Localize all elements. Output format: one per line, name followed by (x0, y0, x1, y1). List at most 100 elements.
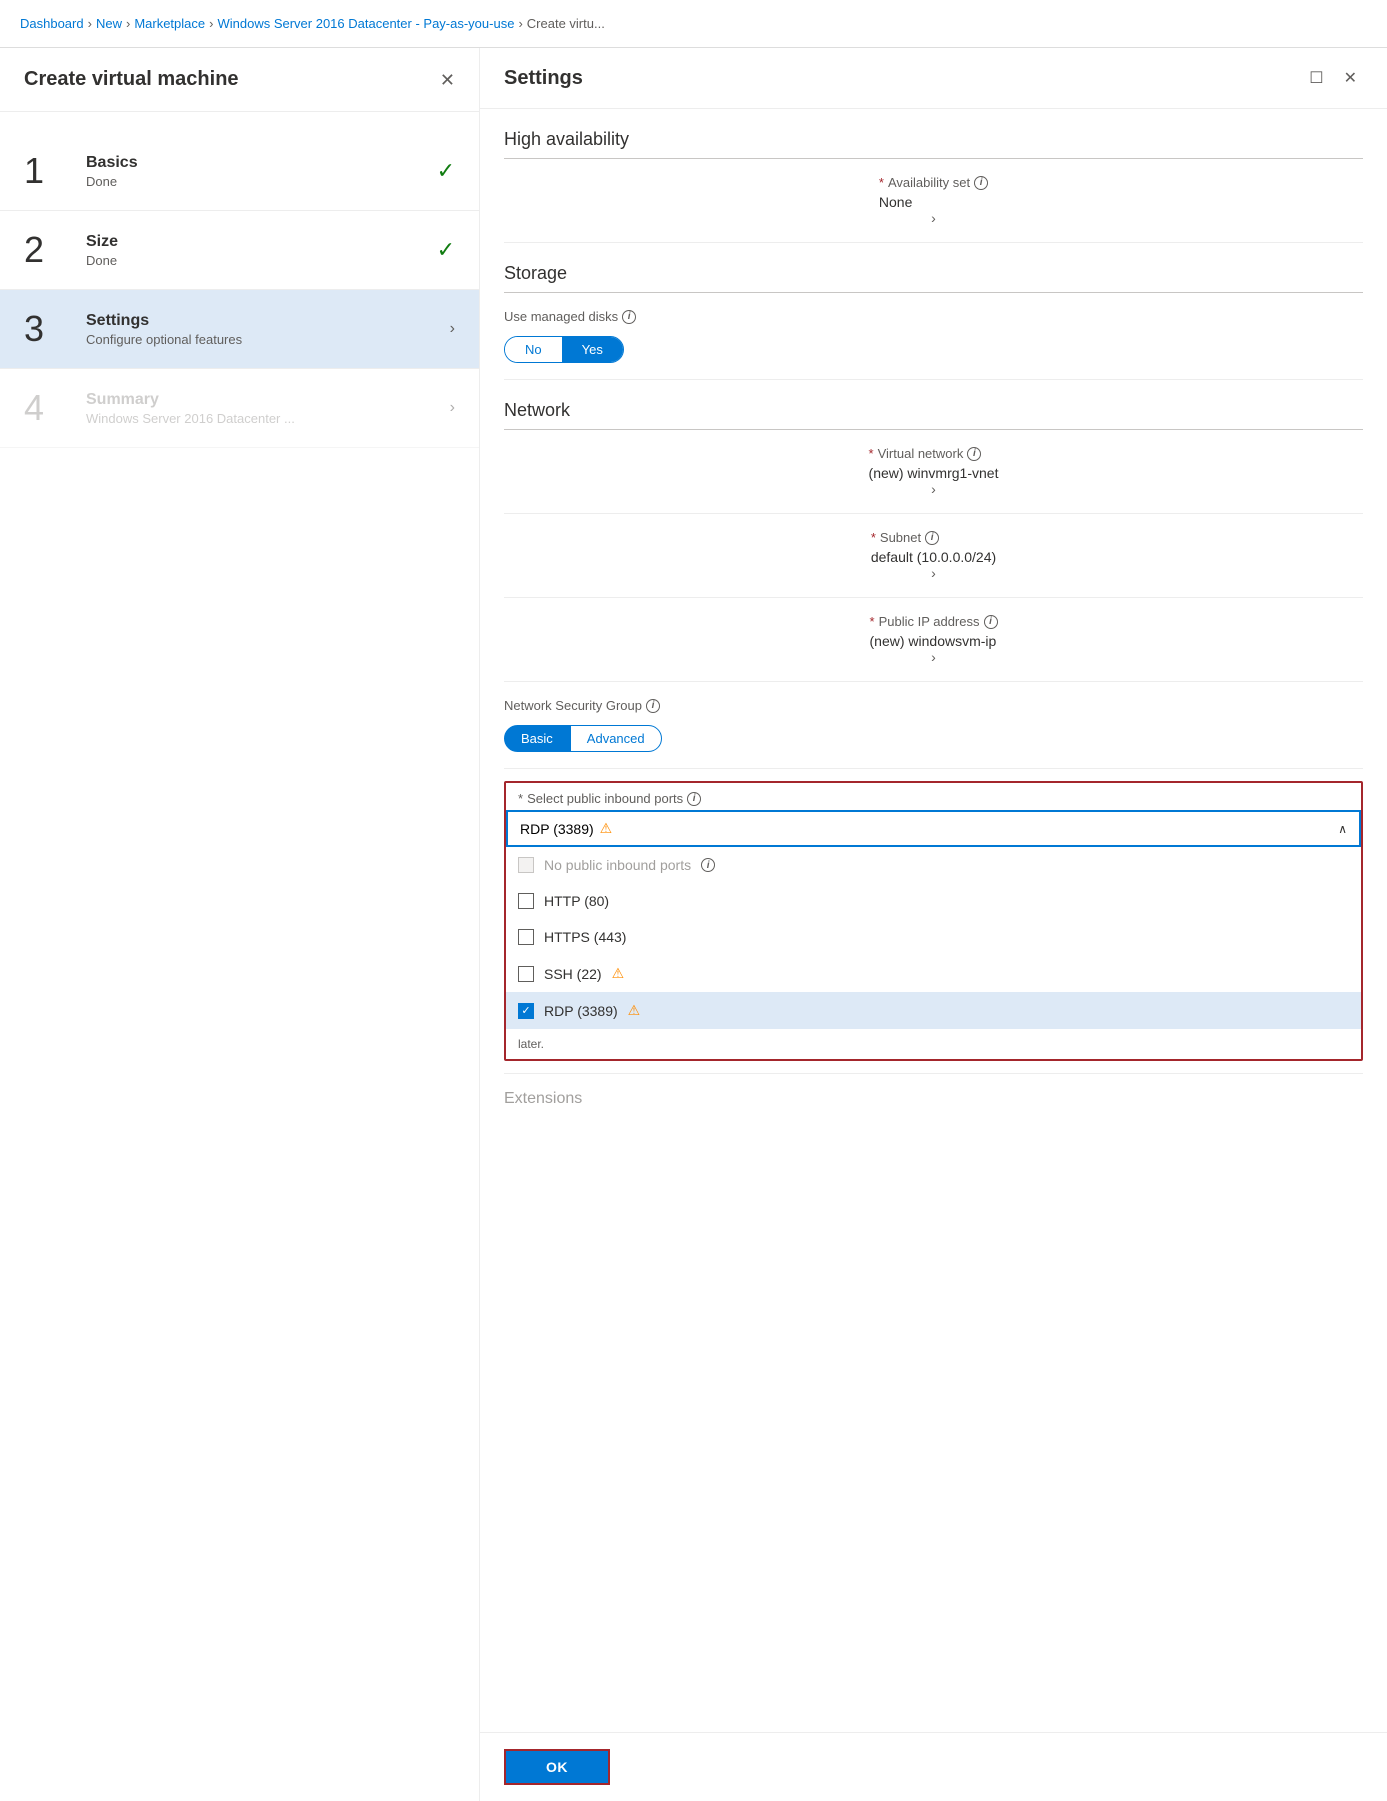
steps-container: 1 Basics Done ✓ 2 Size Done ✓ 3 (0, 112, 479, 1801)
dropdown-chevron-up-icon: ∧ (1338, 822, 1347, 836)
option-http-checkbox (518, 893, 534, 909)
nsg-field: Network Security Group i Basic Advanced (504, 682, 1363, 769)
availability-set-value: None (879, 194, 988, 210)
public-ip-field[interactable]: * Public IP address i (new) windowsvm-ip… (504, 598, 1363, 682)
maximize-button[interactable]: ☐ (1303, 64, 1329, 92)
close-button[interactable]: ✕ (440, 71, 455, 89)
option-https-checkbox (518, 929, 534, 945)
nsg-label: Network Security Group i (504, 698, 1363, 713)
panel-title: Create virtual machine (24, 68, 239, 91)
step-1-check-icon: ✓ (437, 158, 455, 184)
inbound-ports-dropdown-trigger[interactable]: RDP (3389) ⚠ ∧ (506, 810, 1361, 847)
step-4-arrow-icon: › (450, 399, 455, 417)
breadcrumb-new[interactable]: New (96, 16, 122, 31)
virtual-network-info-icon: i (967, 447, 981, 461)
rdp-warning-icon: ⚠ (600, 820, 613, 837)
step-2-desc: Done (86, 253, 429, 268)
panel-header: Create virtual machine ✕ (0, 48, 479, 112)
managed-disks-yes-button[interactable]: Yes (562, 337, 623, 362)
public-ip-value: (new) windowsvm-ip (870, 633, 998, 649)
managed-disks-no-button[interactable]: No (505, 337, 562, 362)
virtual-network-chevron-icon: › (931, 481, 936, 497)
public-ip-label: * Public IP address i (870, 614, 998, 629)
right-panel: Settings ☐ ✕ High availability * Availab… (480, 48, 1387, 1801)
settings-header: Settings ☐ ✕ (480, 48, 1387, 109)
breadcrumb: Dashboard › New › Marketplace › Windows … (0, 0, 1387, 48)
step-3-number: 3 (24, 308, 74, 350)
step-2-content: Size Done (86, 233, 429, 268)
breadcrumb-dashboard[interactable]: Dashboard (20, 16, 84, 31)
step-1-number: 1 (24, 150, 74, 192)
option-http[interactable]: HTTP (80) (506, 883, 1361, 919)
managed-disks-toggle: No Yes (504, 336, 624, 363)
select-ports-label: * Select public inbound ports i (518, 791, 1349, 806)
managed-disks-label: Use managed disks i (504, 309, 1363, 324)
option-no-public[interactable]: No public inbound ports i (506, 847, 1361, 883)
availability-set-chevron-icon: › (931, 210, 936, 226)
step-1-content: Basics Done (86, 154, 429, 189)
breadcrumb-marketplace[interactable]: Marketplace (134, 16, 205, 31)
left-panel: Create virtual machine ✕ 1 Basics Done ✓… (0, 48, 480, 1801)
extensions-section[interactable]: Extensions (504, 1073, 1363, 1124)
step-3[interactable]: 3 Settings Configure optional features › (0, 290, 479, 369)
step-2[interactable]: 2 Size Done ✓ (0, 211, 479, 290)
high-availability-section-title: High availability (504, 109, 1363, 159)
nsg-info-icon: i (646, 699, 660, 713)
inbound-ports-selected: RDP (3389) ⚠ (520, 820, 612, 837)
option-no-public-checkbox (518, 857, 534, 873)
step-2-check-icon: ✓ (437, 237, 455, 263)
ssh-warning-icon: ⚠ (612, 965, 625, 982)
step-4-desc: Windows Server 2016 Datacenter ... (86, 411, 442, 426)
later-text: later. (506, 1029, 1361, 1059)
subnet-field[interactable]: * Subnet i default (10.0.0.0/24) › (504, 514, 1363, 598)
no-public-info-icon: i (701, 858, 715, 872)
subnet-value: default (10.0.0.0/24) (871, 549, 996, 565)
nsg-advanced-button[interactable]: Advanced (570, 725, 662, 752)
network-section-title: Network (504, 380, 1363, 430)
availability-set-label: * Availability set i (879, 175, 988, 190)
step-4-content: Summary Windows Server 2016 Datacenter .… (86, 391, 442, 426)
subnet-info-icon: i (925, 531, 939, 545)
step-3-content: Settings Configure optional features (86, 312, 442, 347)
step-4: 4 Summary Windows Server 2016 Datacenter… (0, 369, 479, 448)
step-4-number: 4 (24, 387, 74, 429)
option-rdp[interactable]: ✓ RDP (3389) ⚠ (506, 992, 1361, 1029)
availability-set-info-icon: i (974, 176, 988, 190)
step-2-number: 2 (24, 229, 74, 271)
ok-button[interactable]: OK (504, 1749, 610, 1785)
managed-disks-field: Use managed disks i No Yes (504, 293, 1363, 380)
header-actions: ☐ ✕ (1303, 64, 1363, 92)
step-1-desc: Done (86, 174, 429, 189)
settings-body: High availability * Availability set i N… (480, 109, 1387, 1732)
subnet-chevron-icon: › (931, 565, 936, 581)
step-2-name: Size (86, 233, 429, 251)
step-3-name: Settings (86, 312, 442, 330)
nsg-toggle: Basic Advanced (504, 725, 1363, 752)
step-3-arrow-icon: › (450, 320, 455, 338)
step-3-desc: Configure optional features (86, 332, 442, 347)
option-ssh[interactable]: SSH (22) ⚠ (506, 955, 1361, 992)
close-settings-button[interactable]: ✕ (1338, 64, 1363, 92)
extensions-label: Extensions (504, 1090, 582, 1107)
inbound-ports-options: No public inbound ports i HTTP (80) HTTP… (506, 847, 1361, 1059)
option-https[interactable]: HTTPS (443) (506, 919, 1361, 955)
public-ip-info-icon: i (984, 615, 998, 629)
virtual-network-value: (new) winvmrg1-vnet (869, 465, 999, 481)
step-1[interactable]: 1 Basics Done ✓ (0, 132, 479, 211)
option-rdp-checkbox: ✓ (518, 1003, 534, 1019)
breadcrumb-product[interactable]: Windows Server 2016 Datacenter - Pay-as-… (217, 16, 514, 31)
storage-section-title: Storage (504, 243, 1363, 293)
step-4-name: Summary (86, 391, 442, 409)
managed-disks-info-icon: i (622, 310, 636, 324)
step-1-name: Basics (86, 154, 429, 172)
public-ip-chevron-icon: › (931, 649, 936, 665)
breadcrumb-current: Create virtu... (527, 16, 605, 31)
option-ssh-checkbox (518, 966, 534, 982)
nsg-basic-button[interactable]: Basic (504, 725, 570, 752)
availability-set-field[interactable]: * Availability set i None › (504, 159, 1363, 243)
inbound-ports-section: * Select public inbound ports i RDP (338… (504, 781, 1363, 1061)
right-panel-footer: OK (480, 1732, 1387, 1801)
virtual-network-label: * Virtual network i (869, 446, 999, 461)
rdp-option-warning-icon: ⚠ (628, 1002, 641, 1019)
virtual-network-field[interactable]: * Virtual network i (new) winvmrg1-vnet … (504, 430, 1363, 514)
